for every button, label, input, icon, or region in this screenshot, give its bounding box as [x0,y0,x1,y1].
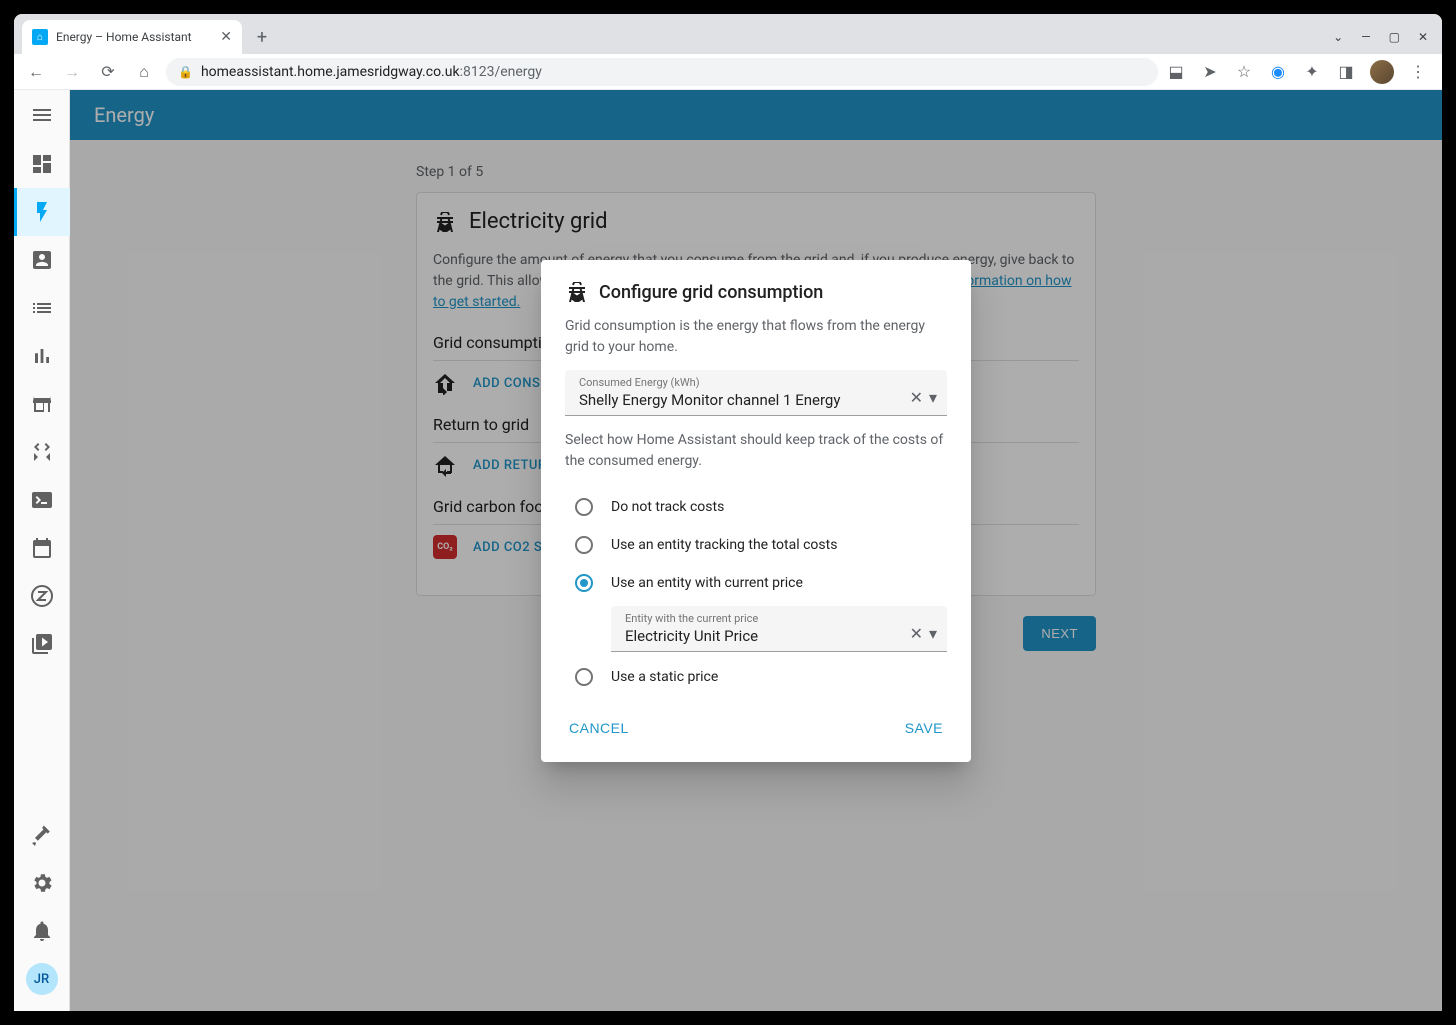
radio-no-track[interactable]: Do not track costs [575,488,947,526]
profile-avatar[interactable] [1370,60,1394,84]
sidebar-item-calendar[interactable] [14,524,70,572]
sidebar-item-terminal[interactable] [14,476,70,524]
sidebar-item-devtools[interactable] [14,811,70,859]
chart-icon [30,344,54,368]
configure-grid-dialog: Configure grid consumption Grid consumpt… [541,260,971,762]
tab-title: Energy – Home Assistant [56,30,212,44]
transmission-tower-icon [565,280,589,304]
gear-icon [30,871,54,895]
radio-entity-price[interactable]: Use an entity with current price [575,564,947,602]
url-host: homeassistant.home.jamesridgway.co.uk [201,64,460,80]
sidebar-item-zigbee[interactable] [14,572,70,620]
tab-favicon-icon: ⌂ [32,29,48,45]
onepassword-icon[interactable]: ◉ [1268,62,1288,82]
sidebar-item-dashboard[interactable] [14,140,70,188]
lightning-icon [30,200,54,224]
calendar-icon [30,536,54,560]
close-window-icon[interactable]: ✕ [1418,30,1428,44]
radio-icon [575,498,593,516]
account-icon [30,248,54,272]
sidebar: JR [14,90,70,1011]
browser-tab[interactable]: ⌂ Energy – Home Assistant ✕ [22,20,242,54]
radio-icon [575,668,593,686]
home-button[interactable]: ⌂ [130,58,158,86]
sidebar-item-hacs[interactable] [14,380,70,428]
sidebar-item-notifications[interactable] [14,907,70,955]
media-icon [30,632,54,656]
sidebar-item-logbook[interactable] [14,284,70,332]
url-input[interactable]: 🔒 homeassistant.home.jamesridgway.co.uk:… [166,58,1158,86]
sidepanel-icon[interactable]: ◨ [1336,62,1356,82]
back-button[interactable]: ← [22,58,50,86]
clear-input-icon[interactable]: ✕ [910,624,923,643]
consumed-energy-input[interactable]: Consumed Energy (kWh) Shelly Energy Moni… [565,370,947,416]
hamburger-menu[interactable] [14,90,70,140]
radio-entity-total[interactable]: Use an entity tracking the total costs [575,526,947,564]
extensions-icon[interactable]: ✦ [1302,62,1322,82]
window-controls: ⌄ — ▢ ✕ [1333,30,1442,54]
new-tab-button[interactable]: + [248,23,276,51]
sidebar-item-settings[interactable] [14,859,70,907]
radio-icon [575,536,593,554]
clear-input-icon[interactable]: ✕ [910,388,923,407]
sidebar-item-file-editor[interactable] [14,428,70,476]
dialog-description: Grid consumption is the energy that flow… [565,316,947,358]
hammer-icon [30,823,54,847]
install-icon[interactable]: ⬓ [1166,62,1186,82]
terminal-icon [30,488,54,512]
sidebar-item-history[interactable] [14,332,70,380]
cost-description: Select how Home Assistant should keep tr… [565,430,947,472]
sidebar-item-map[interactable] [14,236,70,284]
forward-button[interactable]: → [58,58,86,86]
radio-icon [575,574,593,592]
browser-address-bar: ← → ⟳ ⌂ 🔒 homeassistant.home.jamesridgwa… [14,54,1442,90]
consumed-energy-label: Consumed Energy (kWh) [579,376,910,389]
dashboard-icon [30,152,54,176]
tab-close-icon[interactable]: ✕ [220,29,232,45]
send-icon[interactable]: ➤ [1200,62,1220,82]
user-avatar[interactable]: JR [26,963,58,995]
code-icon [30,440,54,464]
sidebar-item-media[interactable] [14,620,70,668]
star-icon[interactable]: ☆ [1234,62,1254,82]
browser-tab-bar: ⌂ Energy – Home Assistant ✕ + ⌄ — ▢ ✕ [14,14,1442,54]
maximize-icon[interactable]: ▢ [1389,30,1400,44]
store-icon [30,392,54,416]
reload-button[interactable]: ⟳ [94,58,122,86]
consumed-energy-value: Shelly Energy Monitor channel 1 Energy [579,389,910,411]
price-entity-input[interactable]: Entity with the current price Electricit… [611,606,947,652]
minimize-icon[interactable]: — [1361,30,1370,44]
bell-icon [30,919,54,943]
dialog-title: Configure grid consumption [599,282,823,303]
kebab-menu-icon[interactable]: ⋮ [1408,62,1428,82]
chevron-down-icon[interactable]: ⌄ [1333,30,1343,44]
dropdown-icon[interactable]: ▾ [929,624,937,643]
price-entity-label: Entity with the current price [625,612,910,625]
zigbee-icon [30,584,54,608]
url-port: :8123 [460,64,495,80]
list-icon [30,296,54,320]
hamburger-icon [30,103,54,127]
sidebar-item-energy[interactable] [14,188,70,236]
cancel-button[interactable]: CANCEL [565,712,633,744]
save-button[interactable]: SAVE [901,712,947,744]
lock-icon: 🔒 [178,65,193,79]
dropdown-icon[interactable]: ▾ [929,388,937,407]
url-path: /energy [494,64,541,80]
price-entity-value: Electricity Unit Price [625,625,910,647]
radio-static-price[interactable]: Use a static price [575,658,947,696]
modal-overlay[interactable]: Configure grid consumption Grid consumpt… [70,90,1442,1011]
